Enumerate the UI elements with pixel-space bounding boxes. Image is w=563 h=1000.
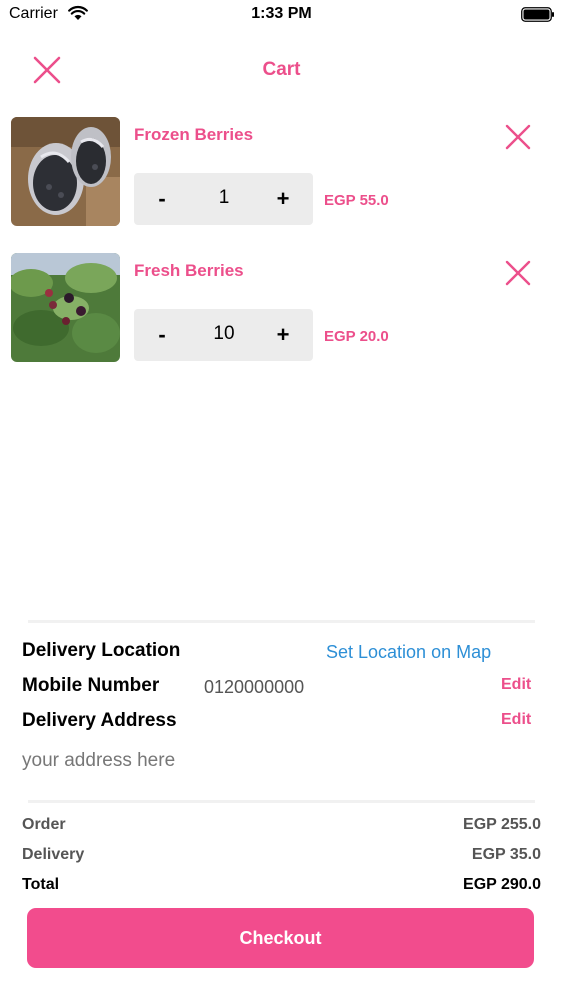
product-image-frozen-berries	[11, 117, 120, 226]
cart-item: Frozen Berries - 1 + EGP 55.0	[0, 117, 563, 229]
remove-item-icon[interactable]	[503, 258, 533, 288]
quantity-value: 10	[213, 323, 235, 344]
quantity-value: 1	[218, 187, 230, 208]
status-bar: Carrier 1:33 PM	[0, 0, 563, 30]
delivery-location-label: Delivery Location	[22, 640, 181, 661]
edit-address-button[interactable]: Edit	[501, 711, 531, 729]
battery-icon	[521, 7, 554, 22]
quantity-stepper: - 10 +	[134, 309, 313, 361]
product-image-fresh-berries	[11, 253, 120, 362]
decrease-quantity-button[interactable]: -	[148, 183, 176, 215]
order-value: EGP 255.0	[463, 816, 541, 833]
nav-bar: Cart	[0, 44, 563, 94]
product-price: EGP 20.0	[324, 328, 389, 345]
divider	[28, 800, 535, 803]
divider	[28, 620, 535, 623]
page-title: Cart	[262, 59, 301, 80]
edit-mobile-button[interactable]: Edit	[501, 676, 531, 694]
product-price: EGP 55.0	[324, 192, 389, 209]
increase-quantity-button[interactable]: +	[269, 183, 297, 215]
mobile-number-value: 0120000000	[204, 677, 305, 697]
remove-item-icon[interactable]	[503, 122, 533, 152]
mobile-number-label: Mobile Number	[22, 675, 160, 696]
increase-quantity-button[interactable]: +	[269, 319, 297, 351]
product-name: Fresh Berries	[134, 261, 244, 280]
total-label: Total	[22, 876, 60, 893]
delivery-fee-label: Delivery	[22, 846, 85, 863]
address-field[interactable]	[22, 747, 522, 775]
total-value: EGP 290.0	[463, 876, 541, 893]
delivery-fee-value: EGP 35.0	[471, 846, 541, 863]
checkout-button[interactable]: Checkout	[27, 908, 534, 968]
cart-item: Fresh Berries - 10 + EGP 20.0	[0, 253, 563, 365]
decrease-quantity-button[interactable]: -	[148, 319, 176, 351]
order-label: Order	[22, 816, 66, 833]
quantity-stepper: - 1 +	[134, 173, 313, 225]
set-location-link[interactable]: Set Location on Map	[326, 642, 491, 663]
product-name: Frozen Berries	[134, 125, 254, 144]
delivery-address-label: Delivery Address	[22, 710, 177, 731]
status-time: 1:33 PM	[251, 5, 312, 22]
